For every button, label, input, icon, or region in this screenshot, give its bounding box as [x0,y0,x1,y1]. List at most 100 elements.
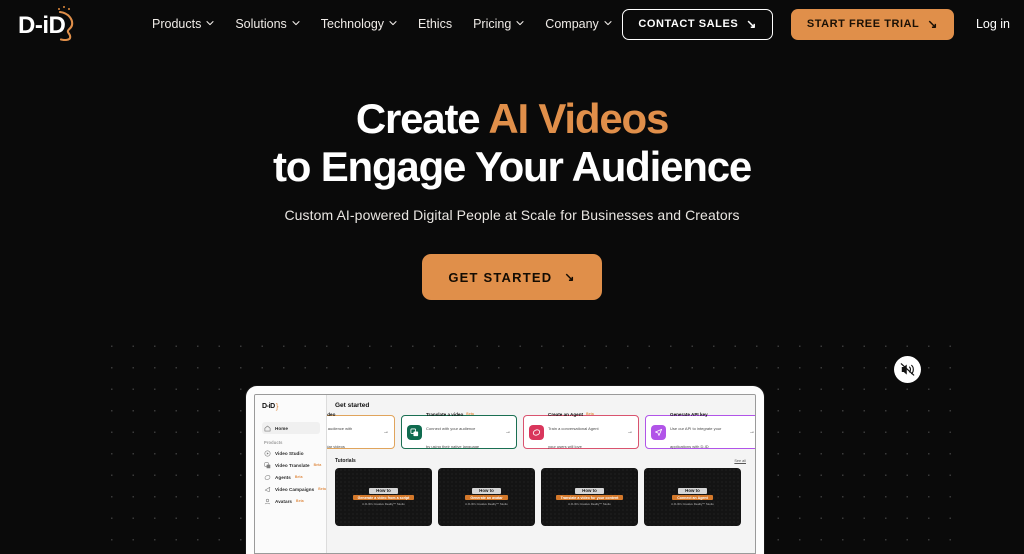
nav-item-ethics[interactable]: Ethics [418,17,452,31]
app-sidebar-logo-text: D-iD [262,403,275,410]
hero-title-line2: to Engage Your Audience [272,143,752,190]
app-sidebar: D-iD } Home Products Video Studio Video … [255,395,327,553]
sidebar-item-label: Video Studio [275,450,304,456]
sidebar-item-badge: Beta [294,475,303,479]
nav-item-company[interactable]: Company [545,17,612,31]
sidebar-item-home[interactable]: Home [262,422,320,434]
sidebar-item-badge: Beta [313,463,322,467]
nav-item-pricing[interactable]: Pricing [473,17,524,31]
contact-sales-label: CONTACT SALES [638,18,739,30]
card-text: Generate API key Use our API to integrat… [670,412,745,453]
card-text: Create an Agent Beta Train a conversatio… [548,412,623,453]
card-header: Create an Agent Beta [548,412,623,417]
tutorial-subtitle: in D-ID's Creative Reality™ Studio [568,502,611,507]
tutorial-title: Translate a video for your content [555,494,624,501]
home-icon [264,425,271,432]
app-preview: D-iD } Home Products Video Studio Video … [254,394,756,554]
arrow-right-icon: → [383,429,389,435]
nav-actions: CONTACT SALES ↘ START FREE TRIAL ↘ Log i… [622,0,1010,48]
hero-subtitle: Custom AI-powered Digital People at Scal… [284,207,740,223]
app-main-content: Get started Create a video Engage your a… [327,395,755,553]
translate-video-icon [407,424,422,440]
start-free-trial-label: START FREE TRIAL [806,18,920,30]
app-sidebar-logo[interactable]: D-iD } [262,402,320,411]
arrow-down-right-icon: ↘ [564,270,576,284]
tutorial-subtitle: in D-ID's Creative Reality™ Studio [671,502,714,507]
card-badge: Beta [586,412,594,416]
card-description-line1: Connect with your audience [426,425,476,431]
login-link[interactable]: Log in [976,17,1010,31]
tutorials-title: Tutorials [335,458,356,464]
sidebar-item-video-studio[interactable]: Video Studio [262,447,320,459]
hero-cta-wrapper: GET STARTED ↘ [0,254,1024,300]
start-free-trial-button[interactable]: START FREE TRIAL ↘ [790,8,954,40]
sidebar-item-avatars[interactable]: Avatars Beta [262,495,320,507]
sidebar-item-label: Video Campaigns [275,486,315,492]
card-translate-a-video[interactable]: Translate a video Beta Connect with your… [401,412,517,449]
tutorial-card[interactable]: How to Connect an Agent in D-ID's Creati… [644,468,741,526]
sidebar-item-badge: Beta [318,487,326,491]
nav-item-label: Ethics [418,17,453,31]
card-title: Create an Agent [548,411,584,417]
card-description-line2: by using their native language [426,443,480,449]
arrow-right-icon: → [749,429,755,435]
card-title: Create a video [327,411,336,417]
arrow-down-right-icon: ↘ [927,17,938,31]
get-started-cards: Create a video Engage your audience with… [327,412,755,449]
card-generate-api-key[interactable]: Generate API key Use our API to integrat… [645,412,755,449]
chevron-down-icon [292,19,300,27]
card-badge: Beta [466,412,475,416]
sidebar-item-video-translate[interactable]: Video Translate Beta [262,459,322,471]
sidebar-item-label: Agents [275,474,291,480]
get-started-label: GET STARTED [448,269,553,285]
get-started-button[interactable]: GET STARTED ↘ [422,254,602,300]
nav-item-technology[interactable]: Technology [321,17,397,31]
chevron-down-icon [206,19,214,27]
logo-face-profile-icon [58,9,76,42]
chevron-down-icon [604,19,612,27]
sidebar-item-video-campaigns[interactable]: Video Campaigns Beta [262,483,326,495]
avatars-icon [264,498,271,505]
tutorial-title: Generate an avatar [465,494,508,501]
chevron-down-icon [516,19,524,27]
contact-sales-button[interactable]: CONTACT SALES ↘ [622,8,773,40]
product-screenshot-frame: D-iD } Home Products Video Studio Video … [246,386,764,554]
campaigns-icon [264,486,271,493]
speaker-muted-icon [900,362,915,377]
nav-item-solutions[interactable]: Solutions [235,17,300,31]
card-title: Generate API key [670,411,708,417]
card-header: Translate a video Beta [426,412,501,417]
nav-item-label: Technology [320,17,385,31]
translate-icon [264,461,271,469]
card-create-an-agent[interactable]: Create an Agent Beta Train a conversatio… [523,412,639,449]
tutorials-see-all-link[interactable]: See all [734,459,746,463]
tutorial-subtitle: in D-ID's Creative Reality™ Studio [362,502,405,507]
hero-title-line1-accent: AI Videos [488,95,669,142]
nav-item-products[interactable]: Products [152,17,214,31]
sidebar-group-label: Products [264,440,283,445]
tutorial-card[interactable]: How to Translate a video for your conten… [541,468,638,526]
tutorial-card[interactable]: How to Generate a video from a script in… [335,468,432,526]
tutorial-title: Connect an Agent [672,494,713,501]
app-main-heading: Get started [335,402,370,409]
card-create-a-video[interactable]: Create a video Engage your audience with… [327,412,395,449]
nav-item-label: Products [152,17,202,31]
api-key-icon [651,424,666,440]
sidebar-item-agents[interactable]: Agents Beta [262,471,320,483]
brand-logo[interactable]: D-iD [18,6,78,42]
create-agent-icon [529,424,544,440]
tutorial-card[interactable]: How to Generate an avatar in D-ID's Crea… [438,468,535,526]
card-description-line1: Use our API to integrate your [670,425,722,431]
tutorial-kicker: How to [575,487,604,494]
hero-section: Create AI Videos to Engage Your Audience… [0,95,1024,300]
card-text: Translate a video Beta Connect with your… [426,412,501,453]
tutorials-header: Tutorials See all [335,458,755,464]
arrow-right-icon: → [505,429,511,435]
logo-face-profile-icon: } [275,402,279,411]
nav-item-label: Solutions [235,17,287,31]
card-header: Create a video [327,412,379,417]
tutorial-kicker: How to [472,487,501,494]
mute-toggle-button[interactable] [894,356,921,383]
nav-item-label: Company [545,17,599,31]
arrow-down-right-icon: ↘ [746,17,757,31]
